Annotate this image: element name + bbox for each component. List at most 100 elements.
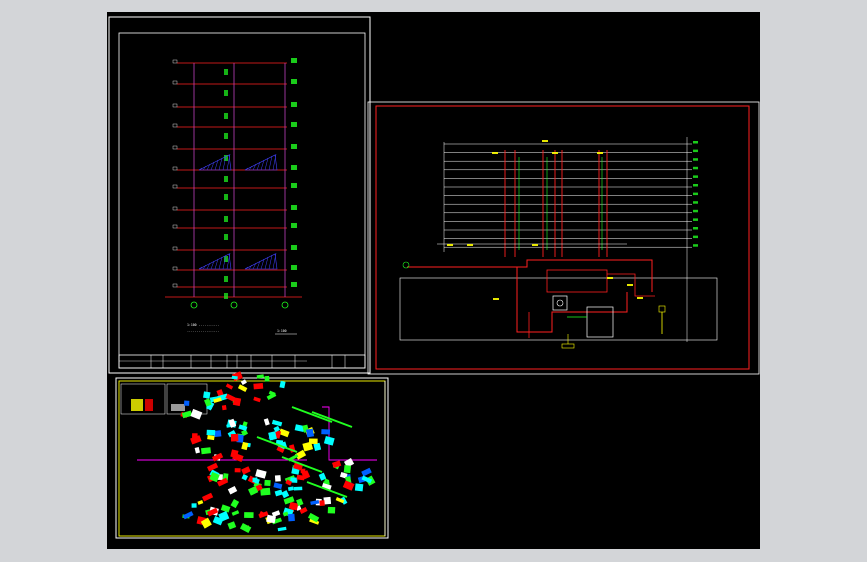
cad-drawing[interactable]: 1:100 ........... ................. 1:10… <box>107 12 760 549</box>
level-tag <box>693 158 698 161</box>
sprinkler-head <box>241 466 251 475</box>
sprinkler-head <box>274 489 283 497</box>
level-tag <box>224 113 228 119</box>
level-mark <box>172 80 178 85</box>
sprinkler-head <box>230 433 239 442</box>
cad-model-space[interactable]: 1:100 ........... ................. 1:10… <box>107 12 760 549</box>
valve-symbol <box>467 244 473 246</box>
sprinkler-head <box>200 447 212 455</box>
level-tag <box>224 133 228 139</box>
valve-symbol <box>492 152 498 154</box>
level-tag <box>693 218 698 221</box>
sprinkler-head <box>263 418 270 426</box>
level-tag <box>224 69 228 75</box>
hatch-line <box>206 262 211 270</box>
sheet-frame <box>118 32 366 369</box>
stair-outline <box>244 154 278 171</box>
level-tag <box>693 141 698 144</box>
sprinkler-head <box>354 483 364 492</box>
level-mark <box>172 59 178 64</box>
level-mark <box>172 206 178 211</box>
level-mark <box>172 103 178 108</box>
main-pipes <box>137 406 377 461</box>
level-tag <box>693 192 698 196</box>
elevation-sheet[interactable]: 1:100 ........... ................. 1:10… <box>108 16 371 374</box>
sprinkler-head <box>293 486 303 491</box>
sprinkler-head <box>287 513 295 522</box>
level-tag <box>224 276 228 282</box>
level-tag <box>291 265 297 270</box>
level-tag <box>693 201 698 204</box>
sprinkler-head <box>271 510 281 518</box>
riser-pipes <box>437 150 627 257</box>
level-tag <box>693 184 698 187</box>
sprinkler-head <box>244 512 254 518</box>
level-tag <box>224 216 228 222</box>
sprinkler-head <box>240 379 247 386</box>
sprinkler-head <box>255 469 267 479</box>
stair-hatching <box>198 153 278 270</box>
sprinkler-head <box>343 464 352 474</box>
sprinkler-head <box>232 397 242 407</box>
sprinkler-head <box>230 499 240 509</box>
valve-symbol <box>607 277 613 279</box>
sprinkler-head <box>264 479 271 487</box>
sprinkler-head <box>234 468 241 473</box>
riser-sheet[interactable] <box>367 101 760 375</box>
hatch-line <box>252 262 257 270</box>
valve-symbols <box>447 140 643 300</box>
level-mark <box>172 184 178 189</box>
level-tag <box>224 194 228 200</box>
sprinkler-head <box>203 391 211 399</box>
valve-symbol <box>532 244 538 246</box>
level-tag <box>291 58 297 63</box>
title-block[interactable] <box>118 354 366 369</box>
note-line: 1:100 ........... <box>187 323 220 327</box>
level-tag <box>693 209 698 213</box>
sprinkler-head <box>274 475 281 482</box>
sprinkler-head <box>231 375 238 380</box>
level-mark <box>172 283 178 288</box>
sprinkler-head <box>321 429 331 435</box>
sprinkler-head <box>308 438 318 445</box>
valve-symbol <box>597 152 603 154</box>
valve-symbol <box>447 244 453 246</box>
sprinkler-sheet[interactable] <box>115 371 389 539</box>
riser-floor-lines <box>443 137 698 342</box>
sprinkler-head <box>344 483 350 487</box>
valve-symbol <box>552 152 558 154</box>
sprinkler-head <box>361 467 372 477</box>
scale-note: 1:100 <box>277 329 287 333</box>
level-mark <box>172 224 178 229</box>
sprinkler-head <box>197 499 204 505</box>
level-tag <box>693 235 698 239</box>
sprinkler-head <box>225 383 234 390</box>
level-tag <box>291 144 297 149</box>
sprinkler-head <box>221 405 227 411</box>
level-tag <box>291 282 297 287</box>
sprinkler-heads <box>180 371 376 533</box>
level-mark <box>172 246 178 251</box>
sprinkler-head <box>194 446 201 454</box>
sprinkler-head <box>192 433 198 439</box>
level-tag <box>291 183 297 188</box>
sprinkler-head <box>181 410 193 419</box>
sprinkler-head <box>277 526 287 532</box>
sheet-border <box>367 101 760 375</box>
sheet-border <box>108 16 371 374</box>
water-tank <box>552 295 568 311</box>
sprinkler-head <box>253 383 264 390</box>
sprinkler-head <box>231 510 240 516</box>
stair-outline <box>244 253 278 270</box>
sprinkler-head <box>241 441 249 451</box>
sprinkler-head <box>191 503 197 508</box>
level-mark <box>172 266 178 271</box>
sprinkler-head <box>227 521 237 530</box>
floor-lines <box>165 62 302 298</box>
level-tag <box>291 102 297 107</box>
axis-bubble <box>230 301 238 309</box>
branch-pipe <box>311 411 353 428</box>
valve-symbol <box>542 140 548 142</box>
sprinkler-head <box>237 384 248 392</box>
level-tag <box>224 293 228 299</box>
